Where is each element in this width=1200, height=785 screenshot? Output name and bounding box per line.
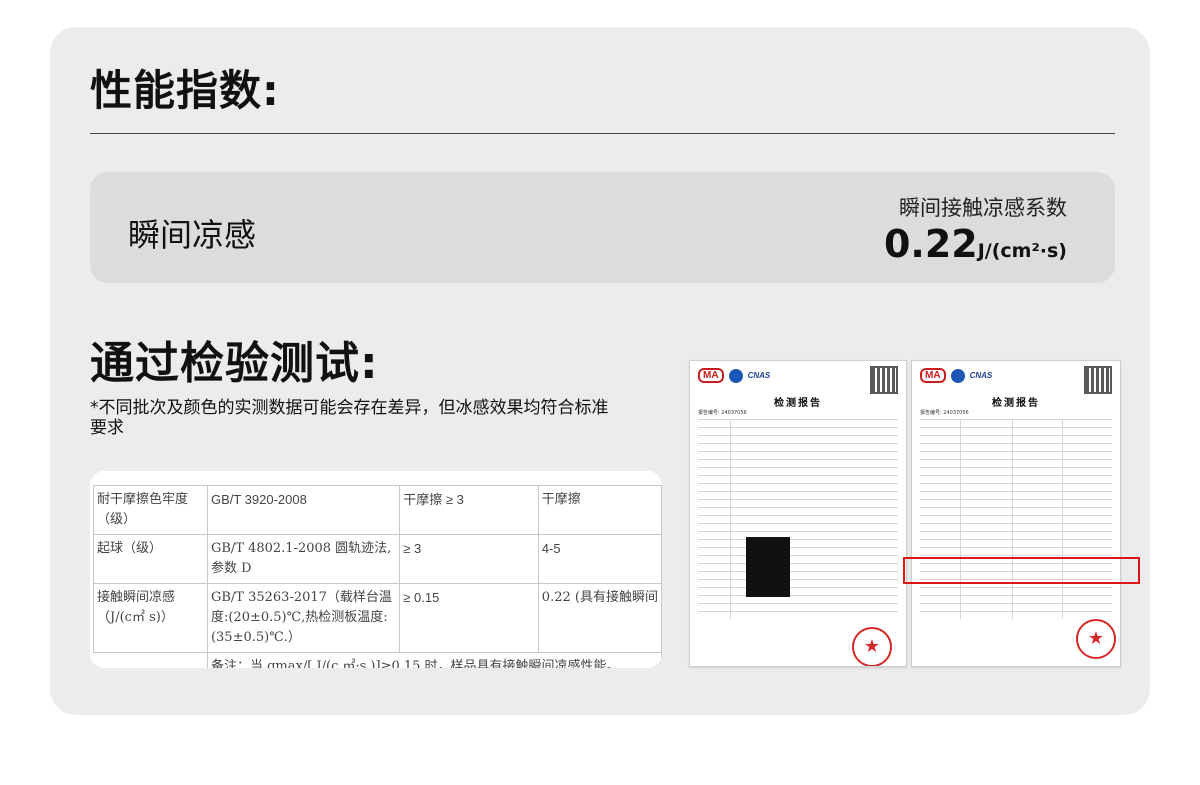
certification-logos: MA CNAS: [920, 368, 992, 383]
table-cell: GB/T 35263-2017（载样台温度:(20±0.5)℃,热检测板温度:(…: [206, 583, 401, 653]
divider: [90, 133, 1115, 134]
table-cell: 起球（级）: [93, 534, 208, 584]
table-cell: ≥ 0.15: [399, 583, 539, 653]
table-cell: 干摩擦 ≥ 3: [399, 485, 539, 535]
table-cell: GB/T 3920-2008: [206, 485, 401, 535]
cma-logo: MA: [920, 368, 946, 383]
report-number: 报告编号: 24037056: [920, 410, 969, 416]
table-remark: 备注：当 qmax/[ J/(c ㎡·s )]≥0.15 时，样品具有接触瞬间凉…: [206, 652, 662, 668]
metric-panel: 瞬间凉感 瞬间接触凉感系数 0.22J/(cm²·s): [90, 172, 1115, 283]
cnas-logo: CNAS: [969, 371, 993, 380]
report-column-line: [1012, 419, 1013, 619]
qr-code-icon: [870, 366, 898, 394]
table-cell: 0.22 (具有接触瞬间: [537, 583, 662, 653]
test-table-card: 耐干摩擦色牢度（级） GB/T 3920-2008 干摩擦 ≥ 3 干摩擦 起球…: [90, 471, 662, 668]
report-title: 检测报告: [992, 398, 1040, 409]
disclaimer-note: *不同批次及颜色的实测数据可能会存在差异，但冰感效果均符合标准要求: [90, 398, 609, 438]
metric-number: 0.22: [883, 222, 978, 266]
table-cell: 耐干摩擦色牢度（级）: [93, 485, 208, 535]
report-column-line: [960, 419, 961, 619]
report-title: 检测报告: [774, 398, 822, 409]
metric-name: 瞬间凉感: [128, 216, 257, 254]
qr-code-icon: [1084, 366, 1112, 394]
table-cell: GB/T 4802.1-2008 圆轨迹法,参数 D: [206, 534, 401, 584]
testing-title: 通过检验测试:: [90, 338, 379, 389]
test-report-page-2: MA CNAS 检测报告 报告编号: 24037056 ★: [911, 360, 1121, 667]
table-row: 耐干摩擦色牢度（级） GB/T 3920-2008 干摩擦 ≥ 3 干摩擦: [93, 485, 662, 535]
table-row: 接触瞬间凉感（J/(c㎡ s)） GB/T 35263-2017（载样台温度:(…: [93, 583, 662, 653]
test-report-page-1: MA CNAS 检测报告 报告编号: 24037056 ★: [689, 360, 907, 667]
report-table-lines: [698, 419, 898, 619]
cma-logo: MA: [698, 368, 724, 383]
table-cell-empty: [93, 652, 208, 668]
ilac-logo-icon: [728, 368, 743, 383]
test-table: 耐干摩擦色牢度（级） GB/T 3920-2008 干摩擦 ≥ 3 干摩擦 起球…: [93, 485, 662, 668]
table-row: 备注：当 qmax/[ J/(c ㎡·s )]≥0.15 时，样品具有接触瞬间凉…: [93, 652, 662, 668]
metric-unit: J/(cm²·s): [977, 240, 1067, 262]
table-cell: 接触瞬间凉感（J/(c㎡ s)）: [93, 583, 208, 653]
performance-title: 性能指数:: [90, 66, 280, 115]
cnas-logo: CNAS: [747, 371, 771, 380]
ilac-logo-icon: [950, 368, 965, 383]
fabric-sample-photo: [746, 537, 790, 597]
official-seal-icon: ★: [852, 627, 892, 666]
table-cell: 干摩擦: [537, 485, 662, 535]
table-cell: ≥ 3: [399, 534, 539, 584]
report-number: 报告编号: 24037056: [698, 410, 747, 416]
report-column-line: [730, 419, 731, 619]
table-cell: 4-5: [537, 534, 662, 584]
metric-value: 0.22J/(cm²·s): [884, 222, 1067, 266]
table-row: 起球（级） GB/T 4802.1-2008 圆轨迹法,参数 D ≥ 3 4-5: [93, 534, 662, 584]
report-column-line: [1062, 419, 1063, 619]
metric-label: 瞬间接触凉感系数: [899, 196, 1067, 220]
certification-logos: MA CNAS: [698, 368, 770, 383]
report-table-lines: [920, 419, 1112, 619]
highlight-box: [903, 557, 1140, 584]
official-seal-icon: ★: [1076, 619, 1116, 659]
